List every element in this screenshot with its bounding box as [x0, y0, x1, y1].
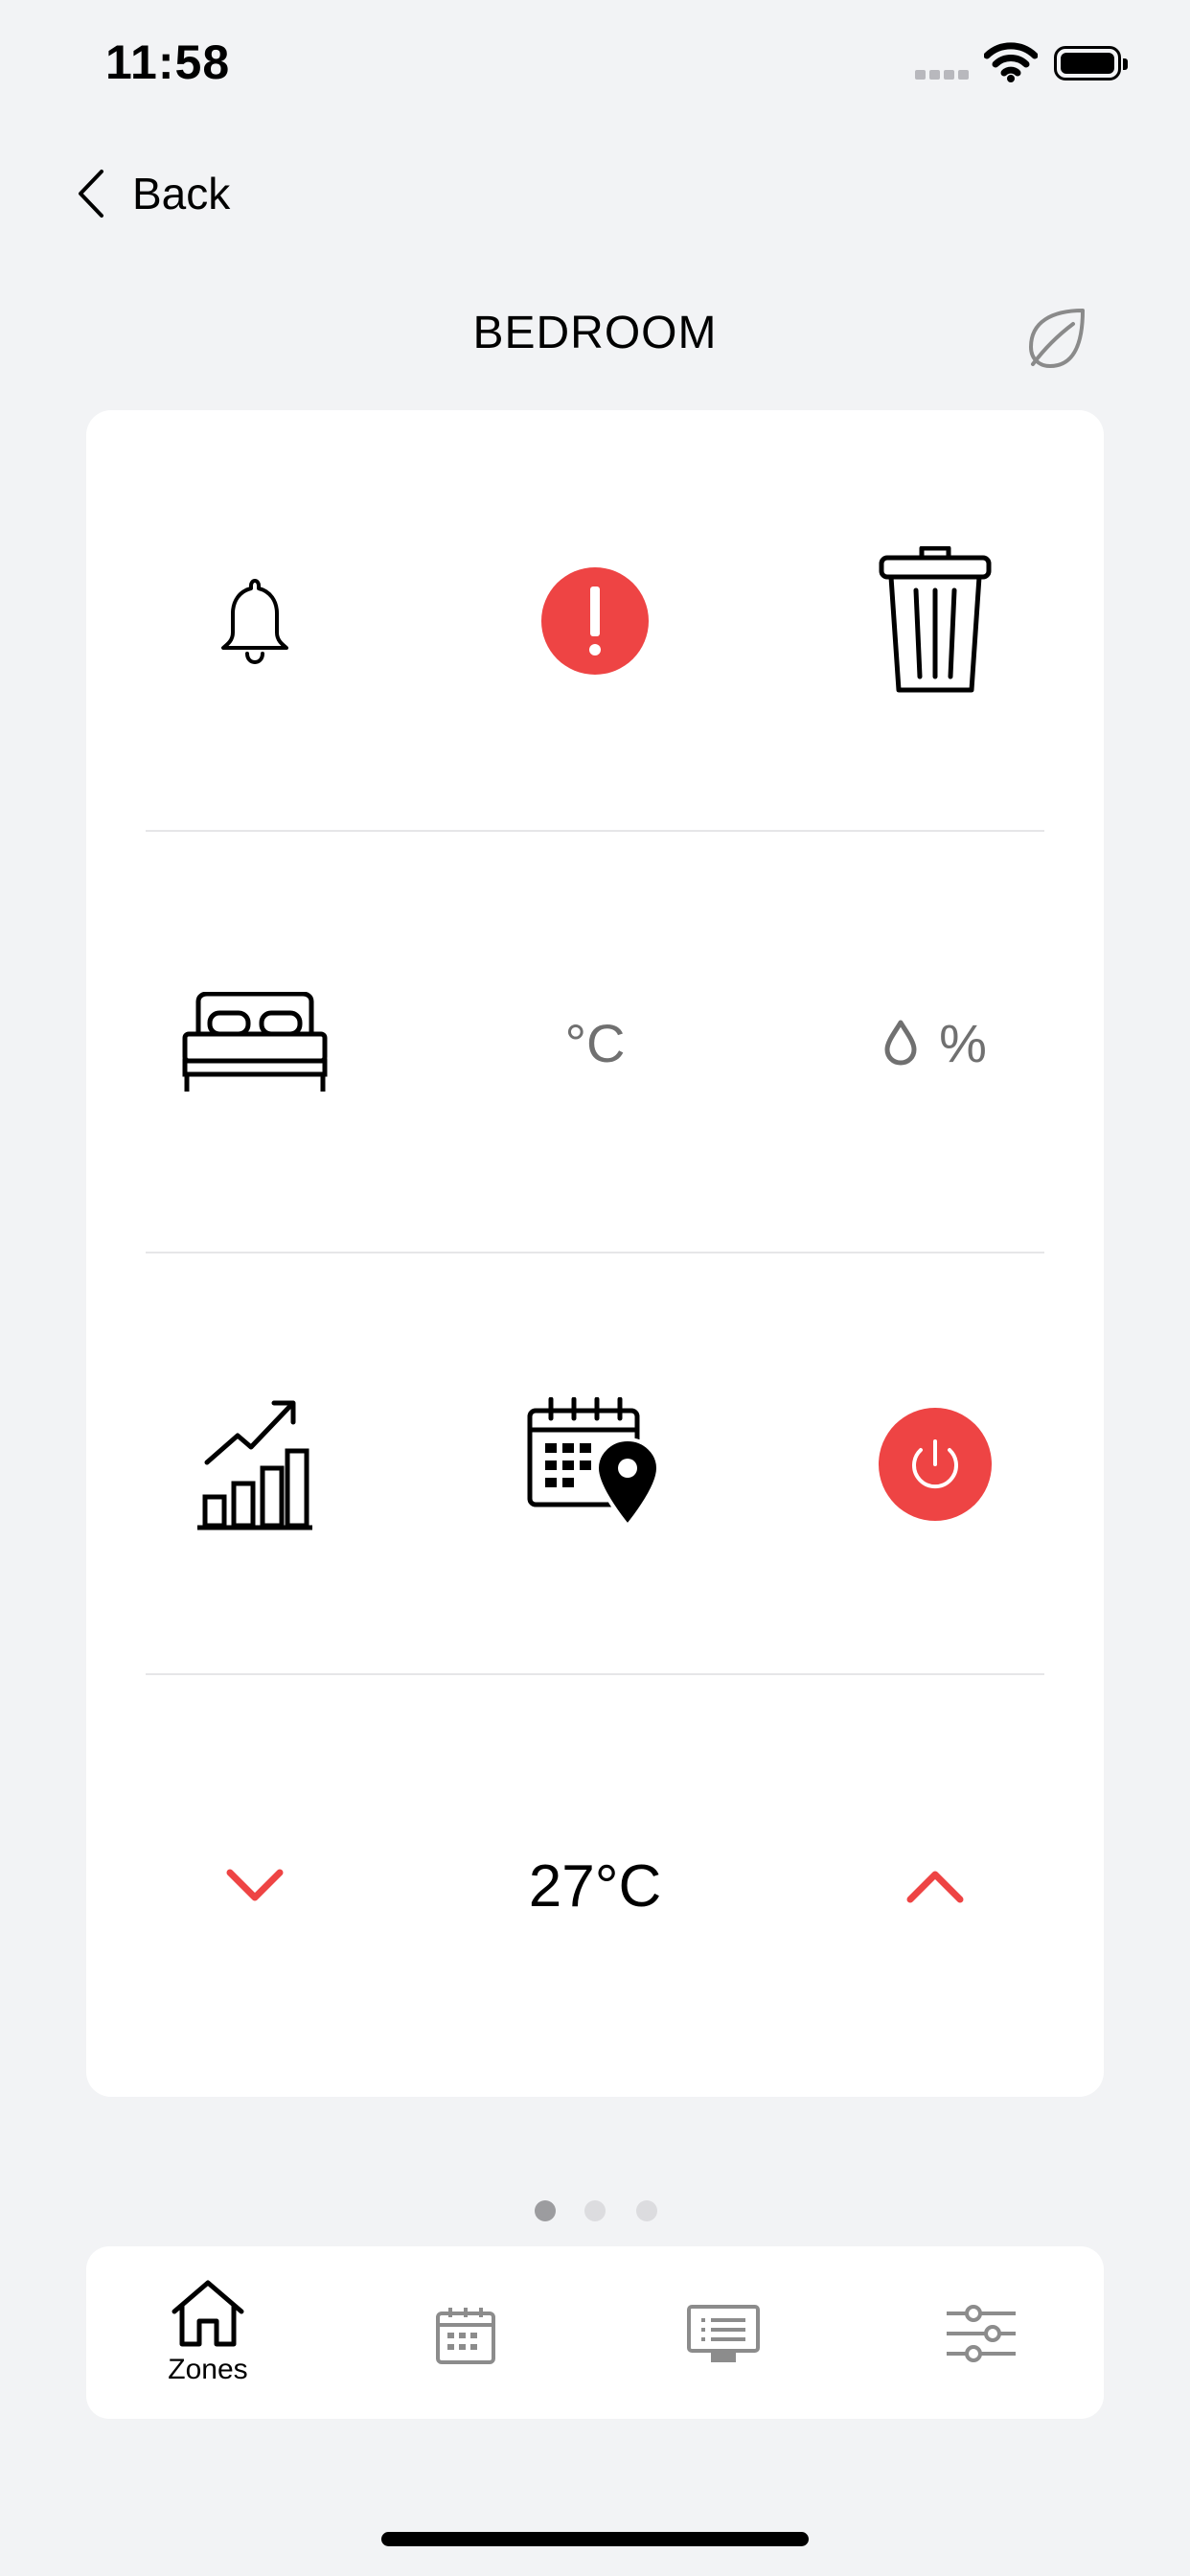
display-list-icon	[687, 2305, 760, 2362]
wifi-icon	[984, 42, 1038, 82]
schedule-location-button[interactable]	[470, 1378, 720, 1551]
humidity-unit: %	[939, 1012, 987, 1073]
home-icon	[172, 2280, 244, 2347]
home-indicator	[381, 2532, 809, 2546]
humidity-reading: %	[811, 956, 1060, 1129]
page-dot-1[interactable]	[535, 2200, 556, 2221]
calendar-location-icon	[527, 1397, 661, 1530]
tab-zones[interactable]: Zones	[112, 2246, 304, 2419]
back-button[interactable]: Back	[77, 163, 230, 224]
eco-leaf-icon[interactable]	[1023, 305, 1090, 372]
temperature-decrease-button[interactable]	[130, 1800, 379, 1972]
alarm-button[interactable]	[130, 535, 379, 707]
bed-icon	[182, 992, 328, 1092]
page-title: BEDROOM	[472, 308, 718, 358]
target-temperature: 27°C	[470, 1800, 720, 1972]
temperature-unit: °C	[564, 1012, 626, 1073]
page-dot-2[interactable]	[584, 2200, 606, 2221]
tab-display[interactable]	[628, 2246, 819, 2419]
tab-zones-label: Zones	[168, 2354, 248, 2385]
delete-button[interactable]	[811, 535, 1060, 707]
tab-settings[interactable]	[885, 2246, 1077, 2419]
battery-icon	[1054, 46, 1128, 80]
back-label: Back	[132, 169, 231, 218]
divider	[146, 1673, 1044, 1675]
temperature-reading: °C	[470, 956, 720, 1129]
chevron-up-icon	[906, 1871, 964, 1903]
alert-button[interactable]	[470, 535, 720, 707]
target-temperature-value: 27°C	[528, 1852, 662, 1920]
chart-trend-icon	[197, 1400, 312, 1530]
chevron-left-icon	[79, 170, 103, 218]
room-type-button[interactable]	[130, 956, 379, 1129]
statistics-button[interactable]	[130, 1378, 379, 1551]
sliders-icon	[947, 2305, 1016, 2362]
chevron-down-icon	[226, 1869, 284, 1901]
zone-control-card: °C % 27°C	[86, 410, 1104, 2097]
calendar-icon	[436, 2308, 495, 2364]
trash-icon	[879, 546, 992, 693]
alert-icon	[541, 567, 649, 675]
temperature-increase-button[interactable]	[811, 1800, 1060, 1972]
status-time: 11:58	[105, 35, 231, 89]
divider	[146, 830, 1044, 832]
bell-icon	[221, 579, 288, 665]
power-button[interactable]	[811, 1378, 1060, 1551]
cellular-signal-icon	[915, 70, 971, 80]
tab-calendar[interactable]	[370, 2246, 561, 2419]
water-drop-icon	[884, 1020, 917, 1066]
page-dot-3[interactable]	[636, 2200, 657, 2221]
power-icon	[879, 1408, 992, 1521]
tab-bar: Zones	[86, 2246, 1104, 2419]
divider	[146, 1252, 1044, 1254]
